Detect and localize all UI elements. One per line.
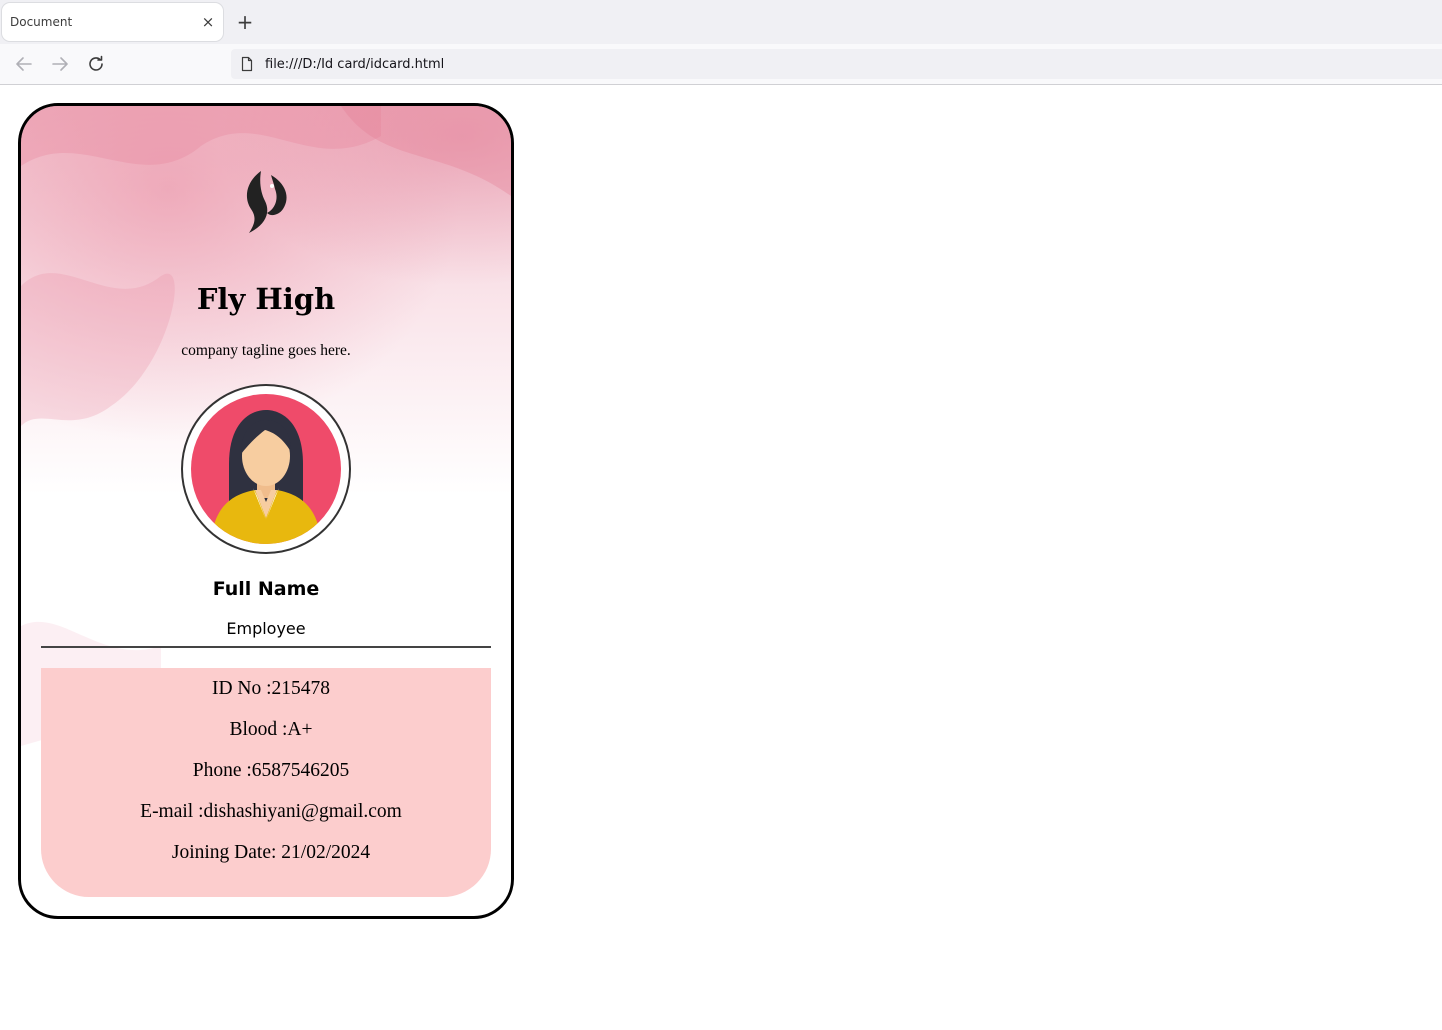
browser-tab[interactable]: Document × bbox=[2, 3, 223, 41]
close-tab-icon[interactable]: × bbox=[200, 14, 216, 30]
divider bbox=[41, 646, 491, 648]
id-number: ID No :215478 bbox=[211, 678, 331, 699]
phone-number: Phone :6587546205 bbox=[192, 760, 350, 781]
blood-group: Blood :A+ bbox=[229, 719, 313, 740]
phoenix-logo-icon bbox=[241, 169, 291, 235]
address-bar[interactable]: file:///D:/Id card/idcard.html bbox=[231, 49, 1442, 79]
email-address: E-mail :dishashiyani@gmail.com bbox=[140, 801, 402, 822]
joining-date: Joining Date: 21/02/2024 bbox=[171, 842, 371, 863]
company-tagline: company tagline goes here. bbox=[181, 342, 351, 359]
navigation-toolbar: file:///D:/Id card/idcard.html bbox=[0, 44, 1442, 85]
avatar bbox=[191, 394, 341, 544]
employee-full-name: Full Name bbox=[212, 578, 320, 600]
id-card: Fly High company tagline goes here. Full… bbox=[18, 103, 514, 919]
document-icon bbox=[239, 56, 255, 72]
reload-icon[interactable] bbox=[84, 52, 108, 76]
tab-strip: Document × + bbox=[0, 0, 1442, 44]
forward-arrow-icon[interactable] bbox=[48, 52, 72, 76]
avatar-frame bbox=[181, 384, 351, 554]
new-tab-icon[interactable]: + bbox=[234, 11, 256, 33]
employee-details-panel: ID No :215478 Blood :A+ Phone :658754620… bbox=[41, 668, 491, 897]
tab-title: Document bbox=[10, 15, 73, 29]
employee-role: Employee bbox=[226, 619, 306, 638]
back-arrow-icon[interactable] bbox=[12, 52, 36, 76]
url-text: file:///D:/Id card/idcard.html bbox=[265, 57, 445, 72]
company-name: Fly High bbox=[196, 282, 336, 316]
